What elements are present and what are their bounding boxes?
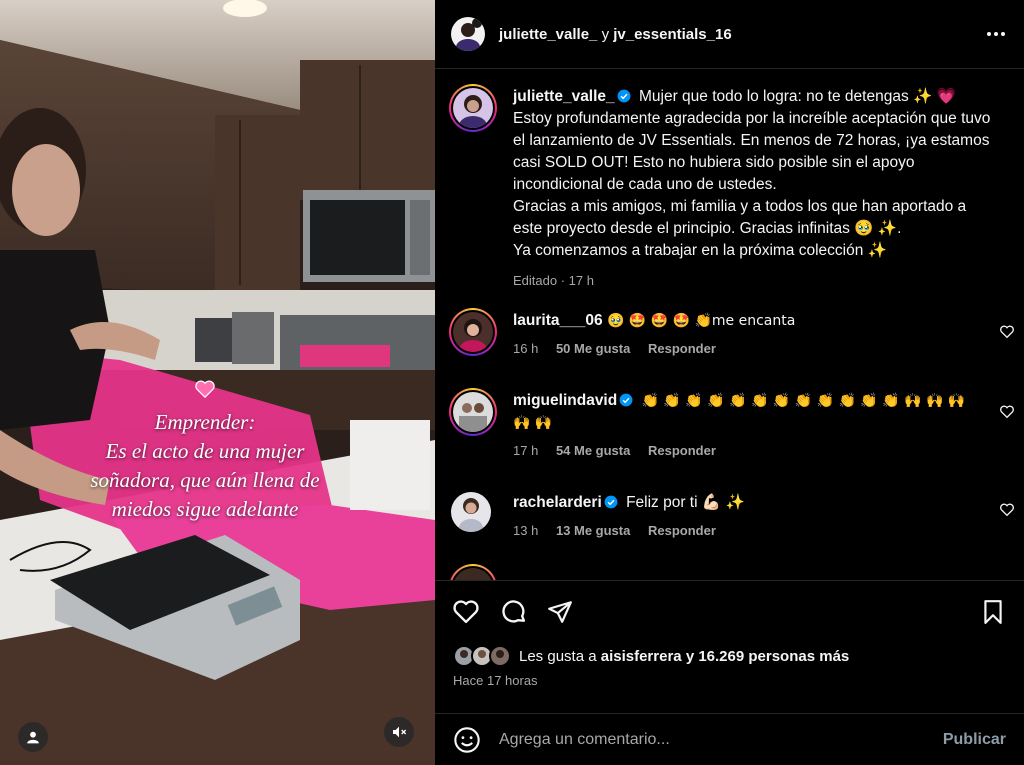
comment-username[interactable]: miguelindavid	[513, 392, 617, 409]
like-button[interactable]	[451, 597, 481, 627]
overlay-line: Es el acto de una mujer	[105, 439, 305, 463]
overlay-line: miedos sigue adelante	[111, 497, 299, 521]
tagged-users-button[interactable]	[18, 722, 48, 752]
likes-prefix: Les gusta a	[519, 647, 597, 665]
comment-bubble-icon	[502, 600, 526, 623]
commenter-avatar[interactable]	[453, 312, 493, 352]
post-details-panel: juliette_valle_ y jv_essentials_16 julie…	[435, 0, 1024, 765]
comment-text: Feliz por ti 💪🏻 ✨	[626, 494, 745, 511]
share-button[interactable]	[545, 597, 575, 627]
commenter-avatar[interactable]	[453, 568, 493, 580]
comment-input[interactable]	[499, 730, 943, 749]
media-overlay-text: Emprender: Es el acto de una mujer soñad…	[40, 408, 370, 524]
more-options-button[interactable]	[984, 22, 1008, 46]
commenter-avatar[interactable]	[451, 492, 491, 532]
caption-text-3: Ya comenzamos a trabajar en la próxima c…	[513, 242, 887, 259]
reply-button[interactable]: Responder	[648, 341, 716, 356]
comment-likes[interactable]: 54 Me gusta	[556, 443, 630, 458]
likes-user-link[interactable]: aisisferrera	[601, 648, 682, 665]
like-comment-heart-icon[interactable]	[999, 324, 1015, 340]
reply-button[interactable]: Responder	[648, 523, 716, 538]
paper-plane-icon	[548, 601, 572, 623]
comments-list[interactable]: juliette_valle_ Mujer que todo lo logra:…	[435, 70, 1024, 580]
story-ring[interactable]	[449, 308, 497, 356]
speaker-muted-icon	[393, 726, 407, 738]
publish-button[interactable]: Publicar	[943, 731, 1006, 749]
caption-text-2: Gracias a mis amigos, mi familia y a tod…	[513, 198, 967, 237]
add-comment-bar: Publicar	[435, 713, 1024, 765]
verified-badge-icon	[619, 393, 633, 407]
story-ring[interactable]	[449, 388, 497, 436]
like-comment-heart-icon[interactable]	[999, 404, 1015, 420]
post-media[interactable]: Emprender: Es el acto de una mujer soñad…	[0, 0, 435, 765]
comment-likes[interactable]: 50 Me gusta	[556, 341, 630, 356]
comment-button[interactable]	[499, 597, 529, 627]
header-conjunction: y	[601, 25, 610, 43]
comment-likes[interactable]: 13 Me gusta	[556, 523, 630, 538]
emoji-icon[interactable]	[453, 726, 481, 754]
collab-username-link[interactable]: jv_essentials_16	[613, 26, 731, 43]
verified-badge-icon	[617, 89, 631, 103]
liker-avatar	[489, 645, 511, 667]
story-ring[interactable]	[449, 564, 497, 580]
more-horizontal-icon	[987, 32, 1005, 36]
comment-username[interactable]: laurita___06	[513, 312, 603, 329]
caption-avatar[interactable]	[453, 88, 493, 128]
overlay-line: Emprender:	[154, 410, 256, 434]
likes-count[interactable]: y 16.269 personas más	[686, 648, 849, 665]
post-timestamp[interactable]: Hace 17 horas	[453, 673, 538, 688]
liker-avatars	[453, 645, 515, 667]
overlay-line: soñadora, que aún llena de	[90, 468, 320, 492]
post-header-title: juliette_valle_ y jv_essentials_16	[499, 26, 984, 43]
comment-time[interactable]: 13 h	[513, 523, 538, 538]
post-actions: Les gusta a aisisferrera y 16.269 person…	[435, 580, 1024, 713]
comment-username[interactable]: rachelarderi	[513, 494, 602, 511]
caption-meta: Editado · 17 h	[513, 273, 594, 288]
like-comment-heart-icon[interactable]	[999, 502, 1015, 518]
user-icon	[27, 731, 39, 744]
reply-button[interactable]: Responder	[648, 443, 716, 458]
save-button[interactable]	[978, 597, 1008, 627]
mute-button[interactable]	[384, 717, 414, 747]
comment-time[interactable]: 16 h	[513, 341, 538, 356]
comment-text: 🥹 🤩 🤩 🤩 👏me encanta	[606, 313, 796, 329]
author-avatar[interactable]	[451, 17, 485, 51]
story-ring[interactable]	[449, 84, 497, 132]
caption-username[interactable]: juliette_valle_	[513, 88, 615, 105]
pink-heart-icon	[195, 380, 215, 403]
comment-time[interactable]: 17 h	[513, 443, 538, 458]
heart-icon	[453, 600, 479, 624]
likes-summary[interactable]: Les gusta a aisisferrera y 16.269 person…	[453, 645, 849, 667]
commenter-avatar[interactable]	[453, 392, 493, 432]
verified-badge-icon	[604, 495, 618, 509]
post-header: juliette_valle_ y jv_essentials_16	[435, 0, 1024, 69]
author-username-link[interactable]: juliette_valle_	[499, 26, 597, 43]
bookmark-icon	[984, 600, 1002, 624]
kitchen-scene-image	[0, 0, 435, 765]
